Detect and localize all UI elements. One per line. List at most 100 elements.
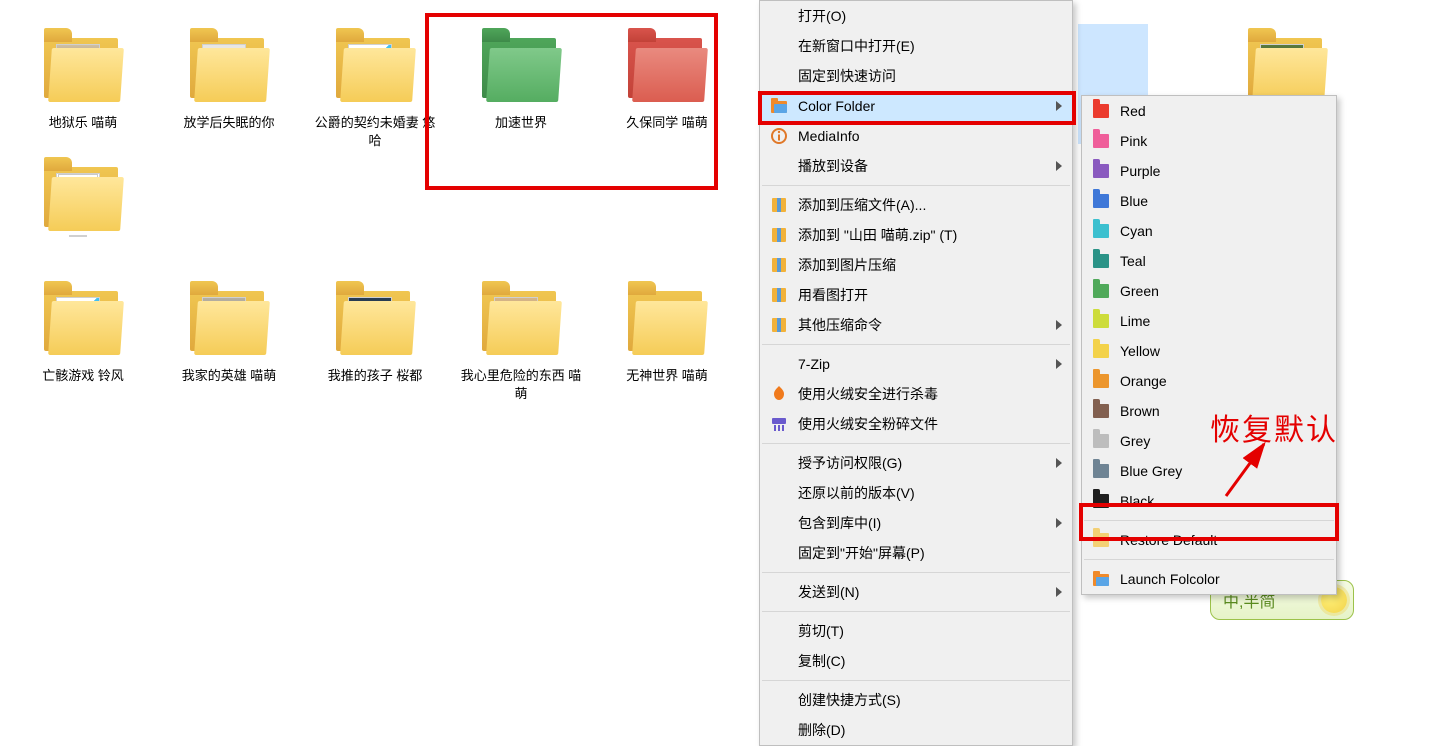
menu-label: Blue Grey [1120, 463, 1182, 479]
color-orange[interactable]: Orange [1082, 366, 1336, 396]
menu-open[interactable]: 打开(O) [760, 1, 1072, 31]
color-black[interactable]: Black [1082, 486, 1336, 516]
folder-swatch-icon [1093, 194, 1109, 208]
menu-label: Black [1120, 493, 1154, 509]
menu-pin-quick-access[interactable]: 固定到快速访问 [760, 61, 1072, 91]
menu-label: 还原以前的版本(V) [798, 483, 915, 503]
menu-include-in-library[interactable]: 包含到库中(I) [760, 508, 1072, 538]
menu-other-archive-commands[interactable]: 其他压缩命令 [760, 310, 1072, 340]
menu-label: Pink [1120, 133, 1147, 149]
color-teal[interactable]: Teal [1082, 246, 1336, 276]
color-yellow[interactable]: Yellow [1082, 336, 1336, 366]
folder-swatch-icon [1093, 314, 1109, 328]
folder-swatch-icon [1093, 254, 1109, 268]
archive-icon [770, 316, 788, 334]
menu-grant-access[interactable]: 授予访问权限(G) [760, 448, 1072, 478]
menu-separator [762, 611, 1070, 612]
folder-item[interactable]: 我心里危险的东西 喵萌 [458, 283, 584, 402]
folder-item[interactable]: 久保同学 喵萌 [604, 30, 730, 149]
menu-copy[interactable]: 复制(C) [760, 646, 1072, 676]
color-grey[interactable]: Grey [1082, 426, 1336, 456]
menu-delete[interactable]: 删除(D) [760, 715, 1072, 745]
menu-label: 打开(O) [798, 6, 846, 26]
menu-cut[interactable]: 剪切(T) [760, 616, 1072, 646]
menu-create-shortcut[interactable]: 创建快捷方式(S) [760, 685, 1072, 715]
folder-swatch-icon [1093, 284, 1109, 298]
menu-open-new-window[interactable]: 在新窗口中打开(E) [760, 31, 1072, 61]
chevron-right-icon [1056, 455, 1062, 471]
menu-add-to-archive[interactable]: 添加到压缩文件(A)... [760, 190, 1072, 220]
menu-label: Launch Folcolor [1120, 571, 1220, 587]
folder-item[interactable]: MKVMKV 亡骸游戏 铃风 [20, 283, 146, 402]
folder-swatch-icon [1093, 494, 1109, 508]
menu-label: Purple [1120, 163, 1160, 179]
menu-label: 固定到"开始"屏幕(P) [798, 543, 925, 563]
menu-label: 播放到设备 [798, 156, 868, 176]
chevron-right-icon [1056, 98, 1062, 114]
menu-label: 用看图打开 [798, 285, 868, 305]
folder-icon [624, 283, 710, 361]
folder-icon: MKVMKV [40, 283, 126, 361]
menu-huorong-scan[interactable]: 使用火绒安全进行杀毒 [760, 379, 1072, 409]
menu-label: 发送到(N) [798, 582, 859, 602]
menu-label: Orange [1120, 373, 1167, 389]
folder-item[interactable]: 放学后失眠的你 [166, 30, 292, 149]
color-cyan[interactable]: Cyan [1082, 216, 1336, 246]
color-green[interactable]: Green [1082, 276, 1336, 306]
menu-separator [1084, 520, 1334, 521]
folder-item[interactable]: 我家的英雄 喵萌 [166, 283, 292, 402]
folder-item[interactable]: 无神世界 喵萌 [604, 283, 730, 402]
menu-cast-to-device[interactable]: 播放到设备 [760, 151, 1072, 181]
menu-label: Grey [1120, 433, 1150, 449]
archive-icon [770, 256, 788, 274]
menu-separator [762, 572, 1070, 573]
folder-swatch-icon [1093, 404, 1109, 418]
huorong-icon [770, 385, 788, 403]
folder-icon [40, 30, 126, 108]
color-brown[interactable]: Brown [1082, 396, 1336, 426]
folder-item[interactable]: 地狱乐 喵萌 [20, 30, 146, 149]
folder-swatch-icon [1093, 224, 1109, 238]
menu-color-folder[interactable]: Color Folder [760, 91, 1072, 121]
menu-add-to-image-archive[interactable]: 添加到图片压缩 [760, 250, 1072, 280]
menu-7zip[interactable]: 7-Zip [760, 349, 1072, 379]
menu-label: 使用火绒安全进行杀毒 [798, 384, 938, 404]
menu-separator [762, 344, 1070, 345]
folder-item[interactable]: 加速世界 [458, 30, 584, 149]
folder-swatch-icon [1093, 134, 1109, 148]
menu-huorong-shred[interactable]: 使用火绒安全粉碎文件 [760, 409, 1072, 439]
menu-add-to-named-archive[interactable]: 添加到 "山田 喵萌.zip" (T) [760, 220, 1072, 250]
folder-swatch-icon [1093, 344, 1109, 358]
folder-swatch-icon [1093, 164, 1109, 178]
color-pink[interactable]: Pink [1082, 126, 1336, 156]
color-purple[interactable]: Purple [1082, 156, 1336, 186]
folder-label: 我心里危险的东西 喵萌 [458, 367, 584, 402]
folder-label: 地狱乐 喵萌 [49, 114, 118, 132]
menu-pin-to-start[interactable]: 固定到"开始"屏幕(P) [760, 538, 1072, 568]
chevron-right-icon [1056, 515, 1062, 531]
color-blue[interactable]: Blue [1082, 186, 1336, 216]
launch-folcolor[interactable]: Launch Folcolor [1082, 564, 1336, 594]
menu-open-with-viewer[interactable]: 用看图打开 [760, 280, 1072, 310]
menu-mediainfo[interactable]: MediaInfo [760, 121, 1072, 151]
menu-label: 其他压缩命令 [798, 315, 882, 335]
folder-icon [624, 30, 710, 108]
folder-icon [40, 159, 126, 237]
menu-separator [1084, 559, 1334, 560]
color-blue-grey[interactable]: Blue Grey [1082, 456, 1336, 486]
folder-item[interactable]: 我推的孩子 桜都 [312, 283, 438, 402]
color-lime[interactable]: Lime [1082, 306, 1336, 336]
color-restore-default[interactable]: Restore Default [1082, 525, 1336, 555]
menu-label: 剪切(T) [798, 621, 844, 641]
menu-restore-previous[interactable]: 还原以前的版本(V) [760, 478, 1072, 508]
color-folder-submenu: Red Pink Purple Blue Cyan Teal Green Lim… [1081, 95, 1337, 595]
menu-label: 包含到库中(I) [798, 513, 881, 533]
folder-label: 无神世界 喵萌 [626, 367, 708, 385]
folder-item[interactable]: MKVMKV 公爵的契约未婚妻 悠哈 [312, 30, 438, 149]
menu-label: 添加到 "山田 喵萌.zip" (T) [798, 225, 957, 245]
color-red[interactable]: Red [1082, 96, 1336, 126]
folder-swatch-icon [1093, 464, 1109, 478]
menu-send-to[interactable]: 发送到(N) [760, 577, 1072, 607]
folder-swatch-icon [1093, 104, 1109, 118]
text-file-item[interactable] [20, 159, 146, 243]
